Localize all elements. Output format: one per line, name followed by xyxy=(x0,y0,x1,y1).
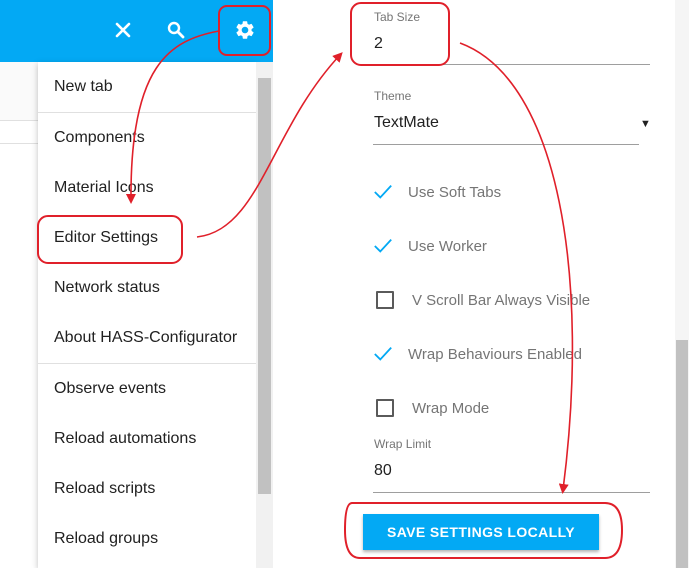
checkbox-label: Use Worker xyxy=(408,237,487,255)
theme-underline xyxy=(373,144,639,145)
settings-menu: New tab Components Material Icons Editor… xyxy=(38,62,256,568)
wrap-limit-underline xyxy=(373,492,650,493)
menu-item-label: About HASS-Configurator xyxy=(54,329,238,346)
menu-item-new-tab[interactable]: New tab xyxy=(38,62,256,112)
checkbox-wrap-mode[interactable]: Wrap Mode xyxy=(373,396,489,420)
app-bar xyxy=(0,0,273,62)
wrap-limit-label: Wrap Limit xyxy=(374,437,432,451)
close-button[interactable] xyxy=(103,10,143,50)
menu-item-reload-groups[interactable]: Reload groups xyxy=(38,514,256,564)
checkmark-icon xyxy=(373,236,393,256)
tab-size-input[interactable]: 2 xyxy=(374,35,383,53)
checkbox-empty-icon xyxy=(376,291,394,309)
tab-size-label: Tab Size xyxy=(374,10,421,24)
menu-item-about[interactable]: About HASS-Configurator xyxy=(38,313,256,363)
menu-item-observe-events[interactable]: Observe events xyxy=(38,364,256,414)
checkbox-label: Wrap Behaviours Enabled xyxy=(408,345,582,363)
checkbox-label: Use Soft Tabs xyxy=(408,183,502,201)
menu-scrollbar-thumb[interactable] xyxy=(258,78,271,494)
menu-item-reload-automations[interactable]: Reload automations xyxy=(38,414,256,464)
theme-label: Theme xyxy=(374,89,412,103)
menu-item-label: New tab xyxy=(54,78,113,95)
menu-item-label: Reload groups xyxy=(54,530,159,547)
left-pane: New tab Components Material Icons Editor… xyxy=(0,0,273,568)
menu-item-network-status[interactable]: Network status xyxy=(38,263,256,313)
menu-item-label: Reload scripts xyxy=(54,480,156,497)
menu-item-label: Network status xyxy=(54,279,160,296)
gear-icon xyxy=(234,19,256,41)
menu-item-label: Material Icons xyxy=(54,179,154,196)
tab-size-underline xyxy=(373,64,650,65)
checkbox-label: Wrap Mode xyxy=(412,399,490,417)
menu-item-label: Editor Settings xyxy=(54,229,159,246)
search-icon xyxy=(167,21,185,39)
menu-item-material-icons[interactable]: Material Icons xyxy=(38,163,256,213)
panel-scrollbar-thumb[interactable] xyxy=(676,340,688,568)
checkmark-icon xyxy=(373,344,393,364)
checkbox-label: V Scroll Bar Always Visible xyxy=(412,291,591,309)
dropdown-arrow-icon[interactable]: ▼ xyxy=(640,118,651,130)
editor-settings-panel: Tab Size 2 Theme TextMate ▼ Use Soft Tab… xyxy=(273,0,689,568)
close-icon xyxy=(115,22,131,38)
wrap-limit-input[interactable]: 80 xyxy=(374,462,392,480)
settings-button[interactable] xyxy=(225,10,265,50)
checkbox-empty-icon xyxy=(376,399,394,417)
checkbox-v-scroll-bar[interactable]: V Scroll Bar Always Visible xyxy=(373,288,590,312)
search-button[interactable] xyxy=(156,10,196,50)
checkmark-icon xyxy=(373,182,393,202)
theme-select[interactable]: TextMate xyxy=(374,114,439,132)
menu-item-reload-scripts[interactable]: Reload scripts xyxy=(38,464,256,514)
menu-item-label: Components xyxy=(54,129,145,146)
checkbox-wrap-behaviours[interactable]: Wrap Behaviours Enabled xyxy=(373,342,582,366)
menu-item-label: Observe events xyxy=(54,380,167,397)
checkbox-use-worker[interactable]: Use Worker xyxy=(373,234,487,258)
checkbox-use-soft-tabs[interactable]: Use Soft Tabs xyxy=(373,180,501,204)
menu-item-label: Reload automations xyxy=(54,430,197,447)
save-settings-button[interactable]: Save Settings Locally xyxy=(363,514,599,550)
menu-item-components[interactable]: Components xyxy=(38,113,256,163)
menu-item-editor-settings[interactable]: Editor Settings xyxy=(38,213,256,263)
